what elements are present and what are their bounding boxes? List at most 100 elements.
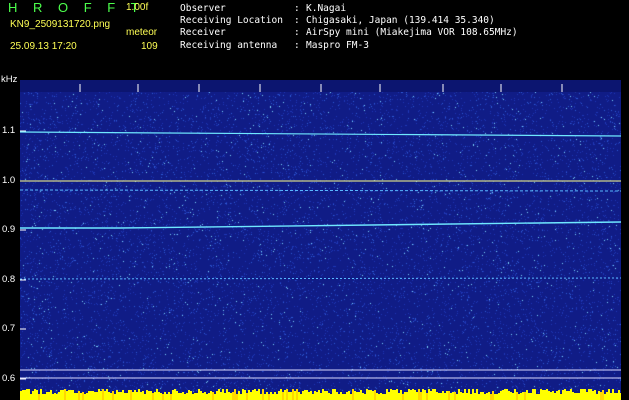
- level-bar: [600, 392, 602, 400]
- level-bar: [564, 389, 566, 400]
- level-bar: [252, 390, 254, 400]
- level-bar: [574, 393, 576, 400]
- level-bar: [566, 391, 568, 400]
- level-bar: [68, 390, 70, 400]
- level-bar: [500, 391, 502, 400]
- level-bar: [612, 389, 614, 400]
- signal-line-0-98khz: [20, 189, 621, 192]
- level-bar: [190, 391, 192, 400]
- level-bar: [24, 390, 26, 400]
- app-brand: H R O F F T: [8, 0, 145, 15]
- level-bar: [332, 389, 334, 400]
- level-bar: [74, 393, 76, 400]
- level-bar: [234, 389, 236, 400]
- level-bar: [62, 390, 64, 400]
- level-bar: [462, 393, 464, 400]
- level-bar: [122, 390, 124, 400]
- level-bar: [38, 394, 40, 400]
- level-bar: [154, 392, 156, 400]
- level-bar: [572, 392, 574, 400]
- level-bar: [196, 393, 198, 400]
- level-bar: [358, 392, 360, 400]
- level-bar: [170, 394, 172, 400]
- level-bar: [432, 389, 434, 400]
- level-bar: [172, 390, 174, 400]
- level-bar: [148, 391, 150, 400]
- level-bar: [420, 392, 422, 400]
- level-bar: [94, 392, 96, 400]
- level-bar: [518, 394, 520, 400]
- receiver-label: Receiver: [180, 27, 226, 39]
- level-bar: [620, 393, 621, 400]
- level-bar: [326, 391, 328, 400]
- datetime: 25.09.13 17:20: [10, 41, 77, 52]
- level-bar: [614, 393, 616, 400]
- level-bar: [166, 394, 168, 400]
- level-bar: [404, 392, 406, 400]
- level-bar: [558, 390, 560, 400]
- level-bar: [466, 393, 468, 400]
- level-bar: [506, 389, 508, 400]
- level-bar: [602, 390, 604, 400]
- level-bar: [42, 394, 44, 400]
- level-bar: [258, 389, 260, 400]
- level-bar: [512, 393, 514, 400]
- level-bar: [28, 389, 30, 400]
- level-bar: [486, 393, 488, 400]
- level-bar: [220, 392, 222, 400]
- y-axis-unit: kHz: [1, 74, 18, 85]
- level-bar: [140, 392, 142, 400]
- level-bar: [356, 392, 358, 400]
- level-bar: [40, 389, 42, 400]
- level-bar: [444, 393, 446, 400]
- level-bar: [142, 391, 144, 400]
- level-bar: [110, 393, 112, 400]
- level-bar: [308, 392, 310, 400]
- level-bar: [188, 390, 190, 400]
- level-bar: [580, 389, 582, 400]
- spectrogram-overlay: [20, 80, 621, 400]
- level-bar: [406, 392, 408, 400]
- level-bar: [430, 391, 432, 400]
- level-bar: [388, 392, 390, 400]
- level-bar: [606, 392, 608, 400]
- level-bar: [496, 394, 498, 400]
- file-name: KN9_2509131720.png: [10, 19, 111, 30]
- level-bar: [168, 392, 170, 400]
- level-bar: [546, 389, 548, 400]
- level-bar: [604, 394, 606, 400]
- level-bar: [350, 394, 352, 400]
- y-tick-label: 0.8: [2, 274, 16, 285]
- level-bar: [276, 394, 278, 400]
- level-bar: [240, 394, 242, 400]
- detection-count: 109: [141, 41, 158, 52]
- level-bar: [616, 393, 618, 400]
- level-bar: [372, 391, 374, 400]
- level-bar: [58, 392, 60, 400]
- level-bar: [452, 392, 454, 400]
- level-bar: [410, 390, 412, 400]
- level-bar: [352, 389, 354, 400]
- level-bar: [278, 391, 280, 400]
- level-bar: [542, 390, 544, 400]
- level-bar: [290, 392, 292, 400]
- level-bar: [494, 394, 496, 400]
- level-bar: [286, 389, 288, 400]
- signal-line-0-9khz-b: [119, 221, 621, 229]
- level-bar: [158, 392, 160, 400]
- level-bar: [64, 389, 66, 400]
- level-bar: [550, 392, 552, 400]
- level-bar: [534, 389, 536, 400]
- level-bar: [554, 393, 556, 400]
- level-bar: [90, 391, 92, 400]
- level-bar: [560, 394, 562, 400]
- level-bar: [116, 390, 118, 400]
- level-bar: [270, 392, 272, 400]
- level-bar: [490, 394, 492, 400]
- level-bar: [596, 394, 598, 400]
- level-bar: [414, 390, 416, 400]
- level-bar: [274, 392, 276, 400]
- level-bar: [44, 394, 46, 400]
- level-bar: [334, 389, 336, 400]
- level-bar: [584, 389, 586, 400]
